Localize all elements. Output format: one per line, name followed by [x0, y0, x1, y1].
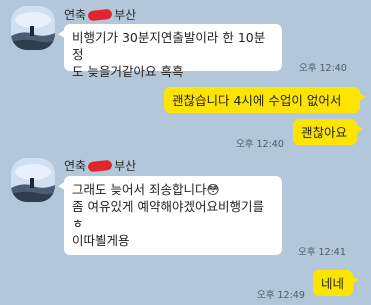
message-time: 오후 12:40 [299, 63, 347, 74]
message-bubble[interactable]: 괜찮습니다 4시에 수업이 없어서 [164, 87, 366, 113]
message-bubble[interactable]: 그래도 늦어서 죄송합니다😳 좀 여유있게 예약해야겠어요비행기를 ㅎ 이따뵐게… [58, 176, 282, 255]
redaction-mark [87, 8, 113, 22]
sender-name-suffix: 부산 [114, 159, 137, 173]
message-bubble[interactable]: 네네 [313, 270, 359, 296]
avatar[interactable] [11, 6, 55, 50]
message-bubble[interactable]: 비행기가 30분지연출발이라 한 10분정 도 늦을거같아요 흑흑 [58, 24, 282, 79]
sender-name-prefix: 연축 [64, 8, 87, 22]
sender-name: 연축 부산 [64, 6, 136, 23]
sender-name-prefix: 연축 [64, 159, 87, 173]
message-time: 오후 12:41 [298, 247, 346, 258]
sender-name-suffix: 부산 [114, 8, 137, 22]
message-time: 오후 12:49 [257, 290, 305, 301]
message-bubble[interactable]: 괜찮아요 [293, 119, 363, 145]
message-time: 오후 12:40 [236, 139, 284, 150]
sender-name: 연축 부산 [64, 157, 136, 174]
redaction-mark [87, 159, 113, 173]
avatar[interactable] [11, 158, 55, 202]
